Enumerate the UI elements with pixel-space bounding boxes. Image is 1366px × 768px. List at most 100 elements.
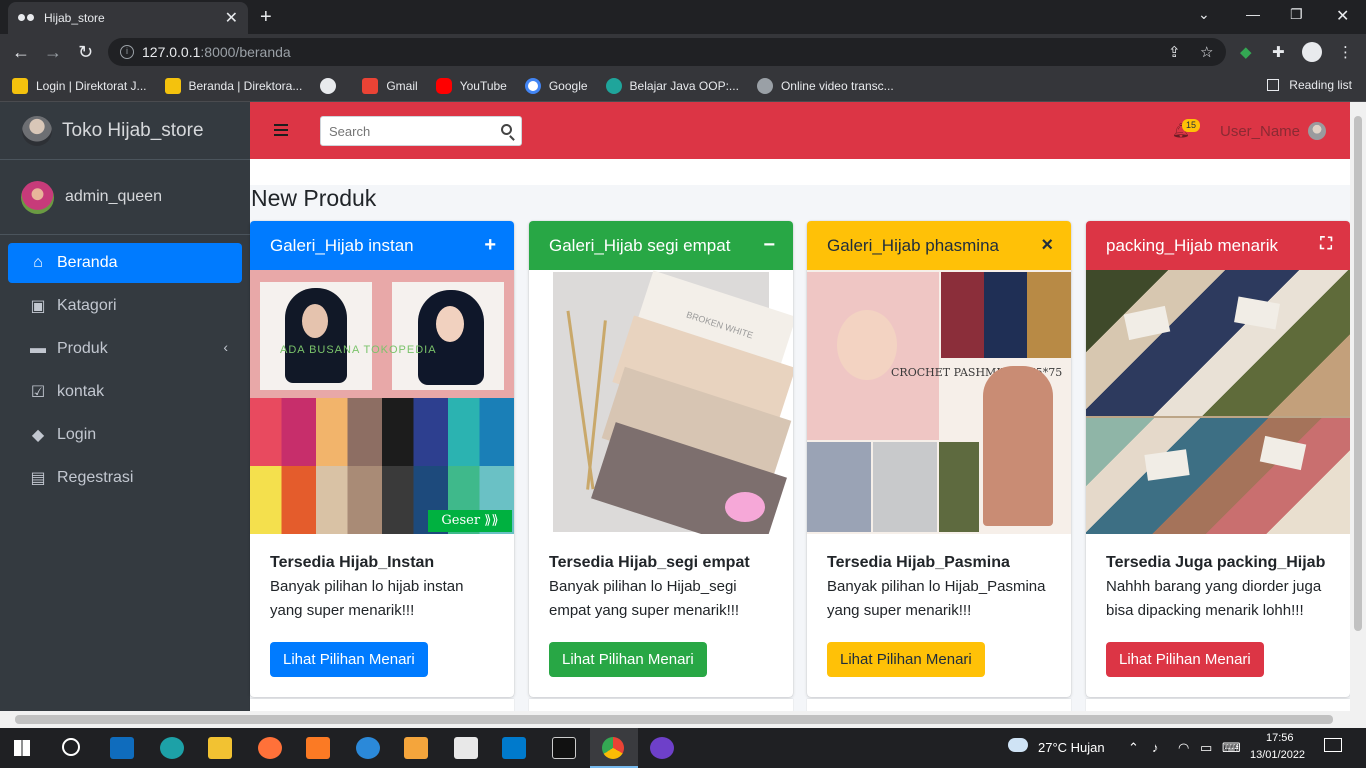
minimize-button[interactable]: — — [1246, 6, 1260, 22]
edge-icon[interactable] — [160, 737, 184, 759]
view-options-button[interactable]: Lihat Pilihan Menari — [270, 642, 428, 677]
sidebar-item-kontak[interactable]: ☑ kontak — [8, 372, 242, 412]
restore-button[interactable]: ❐ — [1290, 6, 1303, 23]
card-heading: Tersedia Hijab_Pasmina — [827, 554, 1010, 571]
input-method-icon[interactable]: ⌨ — [1222, 740, 1241, 756]
card-heading: Tersedia Hijab_segi empat — [549, 554, 750, 571]
scrollbar-thumb[interactable] — [15, 715, 1333, 724]
browser-titlebar: Hijab_store ✕ + ⌄ — ❐ ✕ — [0, 0, 1366, 34]
volume-icon[interactable]: ♪ — [1152, 740, 1159, 755]
bookmark-item[interactable]: YouTube — [435, 77, 507, 94]
terminal-icon[interactable] — [552, 737, 576, 759]
hamburger-menu-icon[interactable] — [274, 124, 288, 136]
xampp-icon[interactable] — [306, 737, 330, 759]
sidebar-item-label: Beranda — [57, 254, 118, 271]
scrollbar-thumb[interactable] — [1354, 116, 1362, 631]
bookmarks-bar: Login | Direktorat J... Beranda | Direkt… — [0, 70, 1366, 102]
battery-icon[interactable]: ▭ — [1200, 740, 1212, 756]
wifi-icon[interactable]: ◠ — [1178, 740, 1189, 756]
bookmark-item[interactable]: Online video transc... — [756, 77, 894, 94]
user-menu[interactable]: User_Name — [1220, 122, 1327, 140]
menu-kebab-icon[interactable]: ⋮ — [1338, 43, 1353, 61]
search-icon[interactable] — [501, 124, 512, 135]
tab-search-chevron-icon[interactable]: ⌄ — [1198, 6, 1210, 23]
reading-list-icon — [1267, 79, 1280, 91]
sidebar-item-beranda[interactable]: ⌂ Beranda — [8, 243, 242, 283]
card-title: Galeri_Hijab segi empat — [549, 235, 731, 255]
chevron-left-icon: ‹ — [223, 339, 228, 355]
sidebar-item-regestrasi[interactable]: ▤ Regestrasi — [8, 458, 242, 498]
extension-icon[interactable]: ◆ — [1240, 43, 1252, 61]
close-window-button[interactable]: ✕ — [1336, 6, 1349, 26]
sidebar-item-label: Regestrasi — [57, 469, 134, 486]
next-row-card — [529, 699, 793, 711]
view-options-button[interactable]: Lihat Pilihan Menari — [549, 642, 707, 677]
weather-cloud-icon[interactable] — [1008, 738, 1028, 752]
vscode-icon[interactable] — [502, 737, 526, 759]
clock-time[interactable]: 17:56 — [1266, 732, 1294, 744]
github-desktop-icon[interactable] — [650, 737, 674, 759]
avatar — [21, 180, 54, 214]
close-icon[interactable]: × — [1041, 234, 1053, 257]
expand-icon[interactable]: ⛶ — [1320, 234, 1332, 254]
product-card: Galeri_Hijab segi empat − BROKEN WHITE T… — [529, 221, 793, 697]
chevron-up-icon[interactable]: ⌃ — [1128, 740, 1139, 756]
clock-date[interactable]: 13/01/2022 — [1250, 749, 1305, 761]
profile-avatar[interactable] — [1302, 42, 1322, 62]
sidebar-item-label: Katagori — [57, 297, 117, 314]
site-info-icon[interactable]: i — [120, 45, 134, 59]
bookmark-star-icon[interactable]: ☆ — [1200, 43, 1213, 61]
reading-list-button[interactable]: Reading list — [1267, 78, 1352, 92]
brand-logo — [22, 115, 52, 146]
reload-button[interactable]: ↻ — [78, 42, 93, 63]
page-viewport: Toko Hijab_store admin_queen ⌂ Beranda ▣… — [0, 102, 1366, 711]
notifications-icon[interactable] — [1324, 738, 1342, 752]
next-row-card — [1086, 699, 1350, 711]
share-icon[interactable]: ⇪ — [1168, 43, 1181, 61]
brand-link[interactable]: Toko Hijab_store — [0, 102, 250, 160]
internet-explorer-icon[interactable] — [356, 737, 380, 759]
view-options-button[interactable]: Lihat Pilihan Menari — [827, 642, 985, 677]
extensions-puzzle-icon[interactable]: ✚ — [1272, 43, 1285, 61]
sidebar-item-katagori[interactable]: ▣ Katagori — [8, 286, 242, 326]
firefox-icon[interactable] — [258, 737, 282, 759]
search-icon[interactable] — [62, 738, 80, 756]
search-input[interactable] — [321, 117, 491, 145]
bookmark-item[interactable]: Gmail — [362, 77, 418, 94]
media-player-icon[interactable] — [404, 737, 428, 759]
bookmark-item[interactable]: Belajar Java OOP:... — [605, 77, 739, 94]
card-text: Nahhh barang yang diorder juga bisa dipa… — [1106, 578, 1322, 619]
weather-text[interactable]: 27°C Hujan — [1038, 740, 1105, 755]
chrome-icon — [602, 737, 624, 759]
minus-icon[interactable]: − — [763, 234, 775, 257]
new-tab-button[interactable]: + — [260, 6, 272, 29]
taskbar: 27°C Hujan ⌃ ♪ ◠ ▭ ⌨ 17:56 13/01/2022 — [0, 728, 1366, 768]
vertical-scrollbar[interactable] — [1350, 102, 1366, 711]
browser-tab[interactable]: Hijab_store ✕ — [8, 2, 248, 34]
bookmark-item[interactable]: Beranda | Direktora... — [164, 77, 302, 94]
card-heading: Tersedia Hijab_Instan — [270, 554, 435, 571]
bookmark-item[interactable]: Login | Direktorat J... — [12, 77, 147, 94]
tab-title: Hijab_store — [44, 11, 105, 25]
chrome-taskbar-item[interactable] — [590, 728, 638, 768]
view-options-button[interactable]: Lihat Pilihan Menari — [1106, 642, 1264, 677]
product-image: BROKEN WHITE — [529, 270, 793, 534]
windows-start-icon[interactable] — [14, 740, 30, 756]
file-explorer-icon[interactable] — [208, 737, 232, 759]
sidebar-item-login[interactable]: ◆ Login — [8, 415, 242, 455]
store-icon[interactable] — [110, 737, 134, 759]
sidebar-item-produk[interactable]: ▬ Produk ‹ — [8, 329, 242, 369]
calendar-app-icon[interactable] — [454, 737, 478, 759]
product-card: Galeri_Hijab instan + ADA BUSANA TOKOPED… — [250, 221, 514, 697]
forward-button[interactable]: → — [44, 42, 62, 63]
card-header: Galeri_Hijab segi empat − — [529, 221, 793, 270]
horizontal-scrollbar[interactable] — [0, 711, 1366, 728]
notification-badge: 15 — [1182, 119, 1201, 132]
user-name[interactable]: admin_queen — [65, 188, 162, 206]
bookmark-item[interactable] — [320, 77, 344, 94]
address-bar[interactable]: i 127.0.0.1 :8000/beranda — [108, 38, 1226, 66]
back-button[interactable]: ← — [12, 42, 30, 63]
bookmark-item[interactable]: Google — [524, 77, 588, 94]
tab-close-icon[interactable]: ✕ — [225, 8, 238, 28]
plus-icon[interactable]: + — [484, 234, 496, 257]
